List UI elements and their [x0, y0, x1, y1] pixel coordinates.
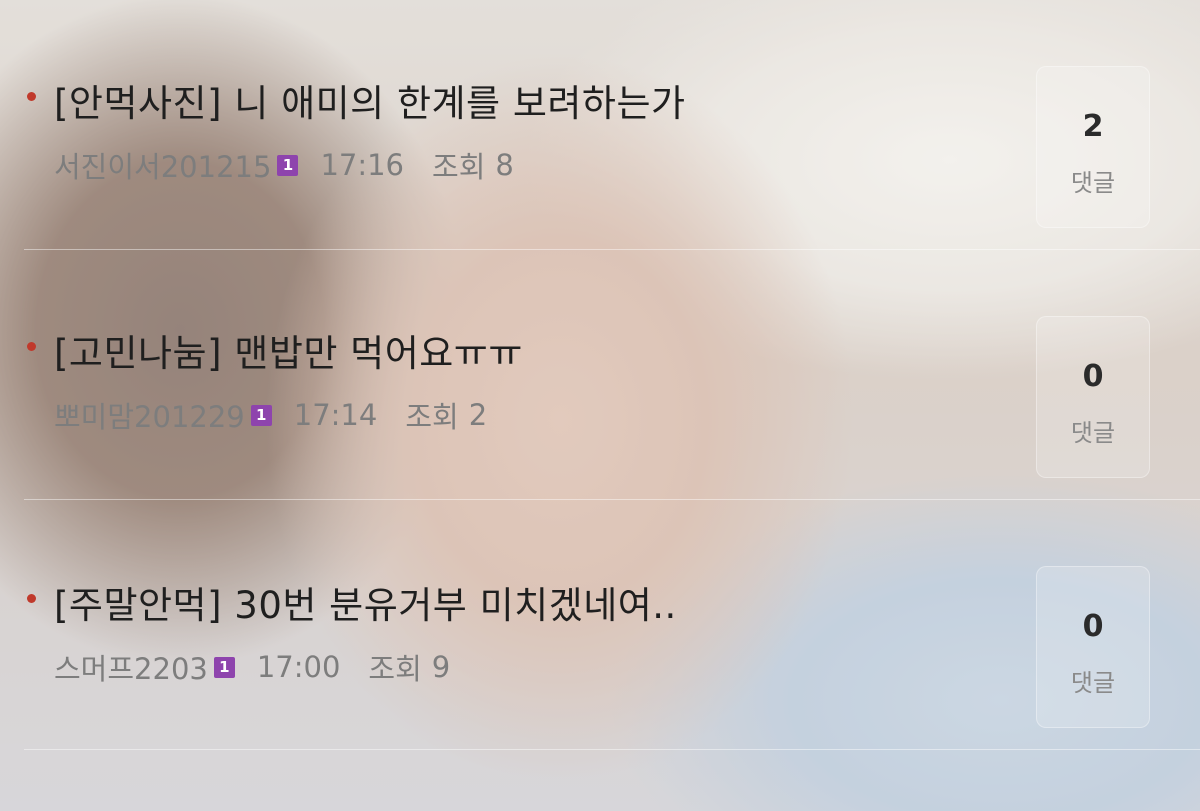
post-time: 17:00 [256, 650, 341, 684]
comment-count: 0 [1082, 609, 1104, 644]
views-count: 2 [468, 398, 488, 432]
comment-count: 0 [1082, 359, 1104, 394]
post-time: 17:14 [293, 398, 378, 432]
post-author: 서진이서201215 [54, 150, 272, 184]
bullet-dot [27, 594, 36, 603]
comment-count-box[interactable]: 0 댓글 [1036, 316, 1150, 478]
post-meta: 뽀미맘201229 1 17:14 조회 2 [54, 394, 487, 436]
post-author: 스머프2203 [54, 652, 208, 686]
post-title[interactable]: [고민나눔] 맨밥만 먹어요ㅠㅠ [54, 323, 523, 377]
comment-label: 댓글 [1070, 419, 1116, 447]
post-meta: 스머프2203 1 17:00 조회 9 [54, 646, 450, 688]
post-author: 뽀미맘201229 [54, 400, 245, 434]
list-item[interactable]: [주말안먹] 30번 분유거부 미치겠네여.. 스머프2203 1 17:00 … [0, 500, 1200, 750]
views-count: 8 [495, 148, 514, 182]
post-title[interactable]: [안먹사진] 니 애미의 한계를 보려하는가 [54, 73, 686, 127]
bullet-dot [27, 92, 36, 101]
comment-label: 댓글 [1070, 669, 1116, 697]
post-title[interactable]: [주말안먹] 30번 분유거부 미치겠네여.. [54, 575, 677, 629]
divider [24, 749, 1200, 750]
post-list: [안먹사진] 니 애미의 한계를 보려하는가 서진이서201215 1 17:1… [0, 0, 1200, 811]
bullet-dot [27, 342, 36, 351]
list-item[interactable]: [고민나눔] 맨밥만 먹어요ㅠㅠ 뽀미맘201229 1 17:14 조회 2 … [0, 250, 1200, 500]
comment-count: 2 [1082, 109, 1104, 144]
views-label: 조회 [368, 652, 422, 686]
comment-count-box[interactable]: 0 댓글 [1036, 566, 1150, 728]
level-badge: 1 [277, 154, 299, 176]
views-label: 조회 [405, 400, 459, 434]
level-badge: 1 [250, 404, 272, 426]
views-label: 조회 [432, 150, 486, 184]
views-count: 9 [431, 650, 451, 684]
post-time: 17:16 [320, 148, 405, 182]
list-item[interactable]: [안먹사진] 니 애미의 한계를 보려하는가 서진이서201215 1 17:1… [0, 0, 1200, 250]
level-badge: 1 [213, 656, 235, 678]
post-meta: 서진이서201215 1 17:16 조회 8 [54, 144, 514, 186]
comment-count-box[interactable]: 2 댓글 [1036, 66, 1150, 228]
screen: [안먹사진] 니 애미의 한계를 보려하는가 서진이서201215 1 17:1… [0, 0, 1200, 811]
comment-label: 댓글 [1070, 169, 1116, 197]
